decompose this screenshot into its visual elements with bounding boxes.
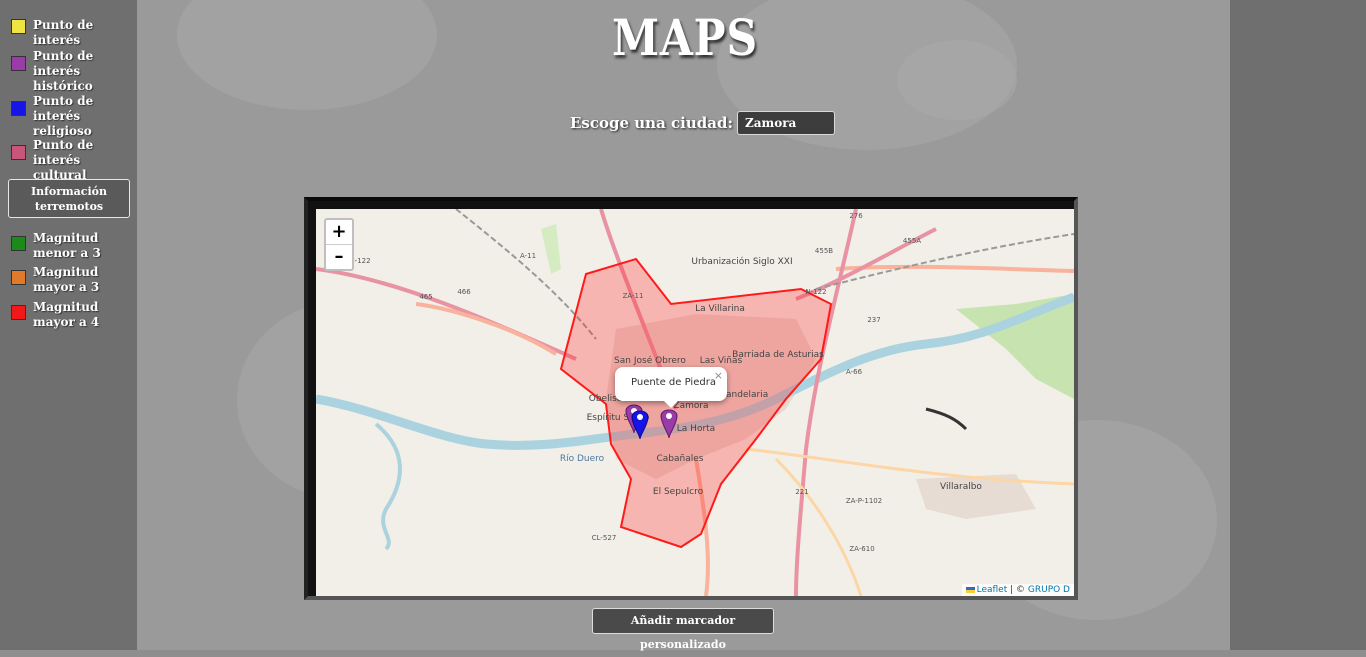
legend-label: Magnitud mayor a 4 — [33, 300, 100, 329]
map-label: Barriada de Asturias — [732, 350, 824, 360]
legend-label: Magnitud menor a 3 — [33, 231, 101, 260]
legend-panel: Punto de interés Punto de interés histór… — [0, 0, 137, 650]
legend-swatch-mag-low — [11, 236, 26, 251]
add-custom-marker-button[interactable]: Añadir marcador personalizado — [592, 608, 774, 651]
map[interactable]: Urbanización Siglo XXI La Villarina San … — [316, 209, 1074, 596]
map-label: La Villarina — [695, 304, 745, 314]
legend-label: Magnitud mayor a 3 — [33, 265, 100, 294]
map-label: Villaralbo — [940, 482, 982, 492]
attribution-separator: | © — [1007, 585, 1028, 595]
zoom-out-button[interactable]: – — [326, 244, 352, 269]
park-area — [541, 224, 561, 274]
legend-swatch-poi — [11, 19, 26, 34]
road — [774, 457, 863, 596]
road-label: 466 — [457, 288, 471, 296]
road-label: 221 — [795, 488, 808, 496]
legend-item-mag-high: Magnitud mayor a 4 — [11, 300, 128, 330]
park-area — [956, 294, 1074, 399]
legend-swatch-religious — [11, 101, 26, 116]
legend-label: Punto de interés religioso — [33, 94, 94, 138]
legend-swatch-cultural — [11, 145, 26, 160]
map-label: Río Duero — [560, 454, 605, 464]
map-label: Urbanización Siglo XXI — [691, 256, 792, 267]
legend-swatch-mag-mid — [11, 270, 26, 285]
road-label: A-11 — [520, 252, 536, 260]
map-attribution: Leaflet | © GRUPO D — [961, 584, 1074, 596]
legend-item-cultural: Punto de interés cultural — [11, 138, 128, 183]
city-select[interactable]: Zamora — [737, 111, 835, 135]
right-panel — [1230, 0, 1366, 650]
legend-label: Punto de interés histórico — [33, 49, 94, 93]
road — [415, 302, 558, 356]
road-label: 455A — [903, 237, 921, 245]
map-label: Candelaria — [720, 390, 769, 400]
road — [316, 267, 577, 361]
road-label: ZA-P-1102 — [846, 497, 882, 505]
road-label: ZA-610 — [849, 545, 874, 553]
bridge — [925, 407, 968, 431]
road-label: 465 — [419, 293, 432, 301]
legend-swatch-mag-high — [11, 305, 26, 320]
map-tiles: Urbanización Siglo XXI La Villarina San … — [316, 209, 1074, 596]
legend-item-mag-mid: Magnitud mayor a 3 — [11, 265, 128, 295]
road-label: A-66 — [846, 368, 863, 376]
map-label: San José Obrero — [614, 355, 686, 366]
leaflet-link[interactable]: Leaflet — [977, 585, 1008, 595]
earthquake-info-button[interactable]: Información terremotos — [8, 179, 130, 218]
flag-icon — [965, 586, 975, 593]
road-label: CL-527 — [592, 534, 617, 542]
city-label: Escoge una ciudad: — [570, 114, 733, 132]
road-label: 237 — [867, 316, 880, 324]
road-label: 276 — [849, 212, 863, 220]
legend-swatch-historic — [11, 56, 26, 71]
popup-text: Puente de Piedra — [631, 377, 716, 388]
road-label: ZA-11 — [623, 292, 644, 300]
popup-tip — [663, 400, 679, 408]
legend-label: Punto de interés — [33, 18, 94, 47]
map-frame: Urbanización Siglo XXI La Villarina San … — [304, 197, 1078, 600]
city-picker: Escoge una ciudad: Zamora — [570, 111, 835, 135]
popup-close-button[interactable]: × — [714, 369, 723, 382]
zoom-control: + – — [324, 218, 354, 271]
map-label: Cabañales — [657, 454, 704, 464]
river — [374, 422, 402, 551]
legend-label: Punto de interés cultural — [33, 138, 94, 182]
marker-popup: Puente de Piedra × — [615, 367, 727, 408]
map-label: El Sepulcro — [653, 487, 704, 497]
page-title: MAPS — [611, 8, 759, 67]
road-label: N-122 — [805, 288, 826, 296]
legend-item-poi: Punto de interés — [11, 18, 128, 48]
legend-item-religious: Punto de interés religioso — [11, 94, 128, 139]
map-label: La Horta — [677, 424, 715, 434]
group-link[interactable]: GRUPO D — [1028, 585, 1070, 595]
railway — [815, 233, 1074, 290]
legend-item-mag-low: Magnitud menor a 3 — [11, 231, 128, 261]
zoom-in-button[interactable]: + — [326, 220, 352, 244]
road-label: 455B — [815, 247, 833, 255]
legend-item-historic: Punto de interés histórico — [11, 49, 128, 94]
road — [835, 264, 1074, 273]
